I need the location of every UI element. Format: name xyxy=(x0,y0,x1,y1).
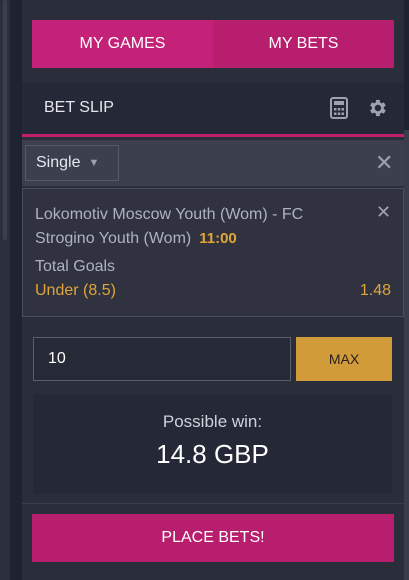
tabs: MY GAMES MY BETS xyxy=(32,20,394,68)
calculator-icon[interactable] xyxy=(330,97,348,119)
clear-slip-close-icon[interactable]: ✕ xyxy=(375,152,393,174)
odds-value: 1.48 xyxy=(359,282,391,299)
max-button[interactable]: MAX xyxy=(296,337,392,381)
bet-card: Lokomotiv Moscow Youth (Wom) - FC Strogi… xyxy=(22,188,404,317)
bet-panel: MY GAMES MY BETS BET SLIP Single ▼ ✕ Lok… xyxy=(22,0,404,580)
selection-name: Under (8.5) xyxy=(35,282,116,299)
remove-bet-close-icon[interactable]: ✕ xyxy=(376,201,391,223)
divider xyxy=(22,503,404,504)
match-info: Lokomotiv Moscow Youth (Wom) - FC Strogi… xyxy=(35,203,365,251)
match-name: Lokomotiv Moscow Youth (Wom) - FC Strogi… xyxy=(35,206,304,247)
bet-slip-header: BET SLIP xyxy=(22,82,404,137)
tab-my-bets[interactable]: MY BETS xyxy=(213,20,394,68)
match-time: 11:00 xyxy=(199,230,237,247)
tab-my-games[interactable]: MY GAMES xyxy=(32,20,213,68)
possible-win-box: Possible win: 14.8 GBP xyxy=(33,394,392,494)
gear-icon[interactable] xyxy=(366,97,388,119)
market-name: Total Goals xyxy=(35,258,116,275)
left-scrollbar[interactable] xyxy=(0,0,10,580)
possible-win-label: Possible win: xyxy=(162,412,263,431)
dropdown-arrow-icon: ▼ xyxy=(88,157,100,169)
stake-input[interactable] xyxy=(33,337,291,381)
bet-type-value: Single xyxy=(36,154,81,171)
bet-slip-title: BET SLIP xyxy=(44,99,114,116)
bet-type-select[interactable]: Single ▼ xyxy=(25,145,119,181)
possible-win-value: 14.8 GBP xyxy=(156,439,269,469)
place-bets-button[interactable]: PLACE BETS! xyxy=(32,514,394,562)
left-scrollbar-thumb[interactable] xyxy=(3,0,7,240)
bet-type-row: Single ▼ ✕ xyxy=(22,140,404,186)
panel-scrollbar[interactable] xyxy=(404,130,409,580)
